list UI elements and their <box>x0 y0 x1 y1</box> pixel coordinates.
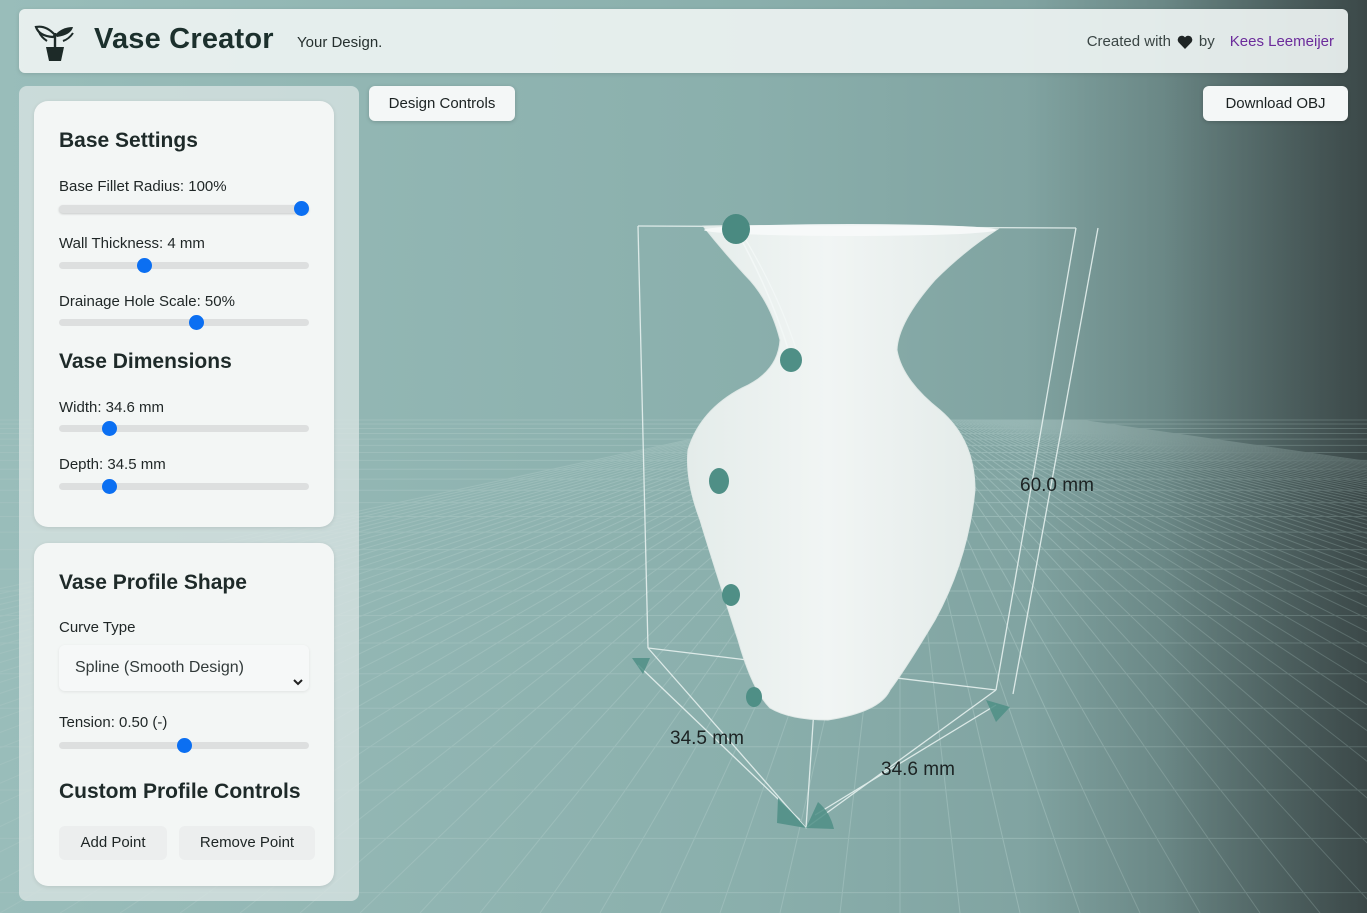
chevron-down-icon <box>292 661 304 686</box>
width-label: Width: 34.6 mm <box>59 399 165 416</box>
vase-dimensions-heading: Vase Dimensions <box>59 350 232 373</box>
design-controls-panel: Base Settings Base Fillet Radius: 100% W… <box>19 86 359 901</box>
width-dimension-label: 34.6 mm <box>881 759 955 780</box>
control-point[interactable] <box>746 687 762 707</box>
slider-thumb[interactable] <box>176 738 192 753</box>
depth-dimension-label: 34.5 mm <box>670 728 744 749</box>
plant-pot-icon <box>33 19 77 63</box>
custom-profile-heading: Custom Profile Controls <box>59 780 301 803</box>
slider-thumb[interactable] <box>189 315 204 330</box>
curve-type-label: Curve Type <box>59 619 136 636</box>
slider-thumb[interactable] <box>101 421 117 436</box>
vase-profile-heading: Vase Profile Shape <box>59 571 247 594</box>
control-point[interactable] <box>709 468 729 494</box>
remove-point-button[interactable]: Remove Point <box>179 826 315 860</box>
curve-type-select[interactable]: Spline (Smooth Design) <box>59 645 309 691</box>
slider-thumb[interactable] <box>293 201 309 216</box>
tension-label: Tension: 0.50 (-) <box>59 714 168 731</box>
credit-by: by <box>1198 33 1215 50</box>
slider-thumb[interactable] <box>136 258 152 273</box>
base-fillet-slider[interactable] <box>59 201 309 216</box>
depth-label: Depth: 34.5 mm <box>59 456 166 473</box>
add-point-button[interactable]: Add Point <box>59 826 167 860</box>
credit-prefix: Created with <box>1086 33 1171 50</box>
vase-profile-card: Vase Profile Shape Curve Type Spline (Sm… <box>34 543 334 886</box>
slider-thumb[interactable] <box>101 479 117 494</box>
heart-icon <box>1177 35 1193 49</box>
width-slider[interactable] <box>59 421 309 436</box>
base-fillet-label: Base Fillet Radius: 100% <box>59 178 227 195</box>
control-point[interactable] <box>722 214 750 244</box>
app-header: Vase Creator Your Design. Created with b… <box>19 9 1348 73</box>
design-controls-button[interactable]: Design Controls <box>369 86 515 121</box>
control-point[interactable] <box>780 348 802 372</box>
base-settings-heading: Base Settings <box>59 129 198 152</box>
base-settings-card: Base Settings Base Fillet Radius: 100% W… <box>34 101 334 527</box>
control-point[interactable] <box>722 584 740 606</box>
app-subtitle: Your Design. <box>297 34 383 51</box>
drainage-hole-slider[interactable] <box>59 315 309 330</box>
download-obj-button[interactable]: Download OBJ <box>1203 86 1348 121</box>
curve-type-value: Spline (Smooth Design) <box>75 659 244 676</box>
wall-thickness-slider[interactable] <box>59 258 309 273</box>
drainage-hole-label: Drainage Hole Scale: 50% <box>59 293 235 310</box>
tension-slider[interactable] <box>59 738 309 753</box>
depth-slider[interactable] <box>59 479 309 494</box>
app-title: Vase Creator <box>94 23 274 55</box>
wall-thickness-label: Wall Thickness: 4 mm <box>59 235 205 252</box>
height-dimension-label: 60.0 mm <box>1020 475 1094 496</box>
credit-line: Created with by Kees Leemeijer <box>1087 33 1334 50</box>
author-link[interactable]: Kees Leemeijer <box>1230 33 1334 50</box>
